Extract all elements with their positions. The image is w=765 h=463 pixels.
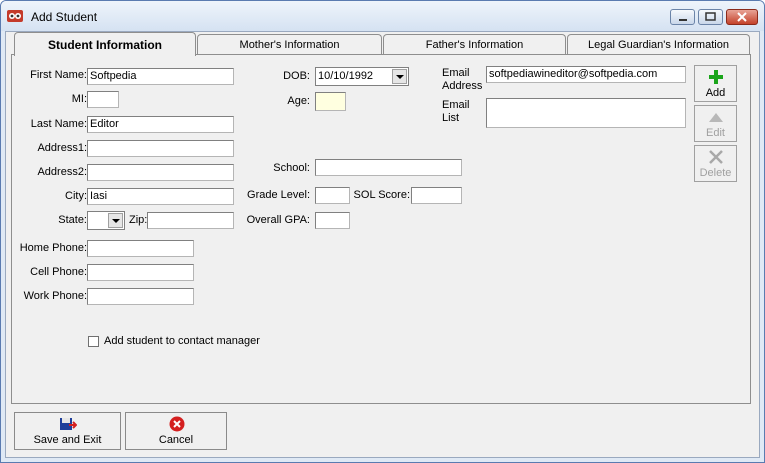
minimize-icon — [679, 19, 687, 21]
cell-phone-label: Cell Phone: — [30, 266, 87, 278]
pencil-icon — [709, 113, 723, 122]
overall-gpa-field[interactable] — [315, 212, 350, 229]
save-disk-icon — [60, 418, 77, 430]
dob-picker[interactable]: 10/10/1992 — [315, 67, 409, 86]
app-icon — [7, 10, 23, 22]
work-phone-field[interactable] — [87, 288, 194, 305]
add-student-window: Add Student Student Information Mother's… — [0, 0, 765, 463]
work-phone-label: Work Phone: — [23, 290, 87, 302]
tab-student-information[interactable]: Student Information — [14, 32, 196, 56]
tab-mothers-information[interactable]: Mother's Information — [197, 34, 382, 54]
zip-field[interactable] — [147, 212, 234, 229]
address1-label: Address1: — [37, 142, 87, 154]
last-name-field[interactable]: Editor — [87, 116, 234, 133]
chevron-down-icon[interactable] — [392, 69, 407, 84]
home-phone-field[interactable] — [87, 240, 194, 257]
dialog-client: Student Information Mother's Information… — [5, 31, 760, 458]
dob-label: DOB: — [283, 70, 310, 82]
state-dropdown[interactable] — [87, 211, 125, 230]
age-field — [315, 92, 346, 111]
edit-button-label: Edit — [706, 127, 725, 139]
city-field[interactable]: Iasi — [87, 188, 234, 205]
window-title: Add Student — [31, 10, 98, 24]
minimize-button[interactable] — [670, 9, 695, 25]
save-and-exit-button[interactable]: Save and Exit — [14, 412, 121, 450]
student-information-panel: First Name: Softpedia MI: Last Name: Edi… — [11, 54, 751, 404]
overall-gpa-label: Overall GPA: — [246, 214, 310, 226]
maximize-button[interactable] — [698, 9, 723, 25]
cancel-icon — [169, 416, 185, 432]
dob-value: 10/10/1992 — [318, 70, 374, 82]
first-name-field[interactable]: Softpedia — [87, 68, 234, 85]
add-button[interactable]: Add — [694, 65, 737, 102]
chevron-down-icon[interactable] — [108, 213, 123, 228]
delete-button-label: Delete — [699, 167, 732, 179]
address1-field[interactable] — [87, 140, 234, 157]
delete-button[interactable]: Delete — [694, 145, 737, 182]
home-phone-label: Home Phone: — [19, 242, 87, 254]
contact-manager-checkbox[interactable] — [88, 336, 99, 347]
email-list-box[interactable] — [486, 98, 686, 128]
age-label: Age: — [287, 95, 310, 107]
close-icon — [737, 12, 747, 22]
sol-score-label: SOL Score: — [353, 189, 410, 201]
cancel-button[interactable]: Cancel — [125, 412, 227, 450]
email-address-field[interactable]: softpediawineditor@softpedia.com — [486, 66, 686, 83]
sol-score-field[interactable] — [411, 187, 462, 204]
grade-level-label: Grade Level: — [247, 189, 310, 201]
grade-level-field[interactable] — [315, 187, 350, 204]
address2-field[interactable] — [87, 164, 234, 181]
mi-field[interactable] — [87, 91, 119, 108]
zip-label: Zip: — [129, 214, 148, 226]
cell-phone-field[interactable] — [87, 264, 194, 281]
mi-label: MI: — [71, 93, 87, 105]
city-label: City: — [65, 190, 87, 202]
first-name-label: First Name: — [30, 69, 87, 81]
save-and-exit-label: Save and Exit — [33, 434, 102, 446]
state-label: State: — [58, 214, 87, 226]
email-address-label-line1: Email — [442, 67, 470, 79]
maximize-icon — [705, 12, 716, 21]
cancel-label: Cancel — [158, 434, 194, 446]
tab-legal-guardians-information[interactable]: Legal Guardian's Information — [567, 34, 750, 54]
close-button[interactable] — [726, 9, 758, 25]
contact-manager-label[interactable]: Add student to contact manager — [104, 335, 260, 347]
email-list-label-line1: Email — [442, 99, 470, 111]
tab-fathers-information[interactable]: Father's Information — [383, 34, 566, 54]
school-field[interactable] — [315, 159, 462, 176]
school-label: School: — [273, 162, 310, 174]
add-button-label: Add — [705, 87, 726, 99]
title-bar: Add Student — [1, 1, 764, 31]
last-name-label: Last Name: — [30, 118, 87, 130]
email-list-label-line2: List — [442, 112, 460, 124]
edit-button[interactable]: Edit — [694, 105, 737, 142]
plus-icon — [709, 70, 723, 84]
delete-icon — [709, 150, 723, 164]
email-address-label-line2: Address — [442, 80, 483, 92]
address2-label: Address2: — [37, 166, 87, 178]
